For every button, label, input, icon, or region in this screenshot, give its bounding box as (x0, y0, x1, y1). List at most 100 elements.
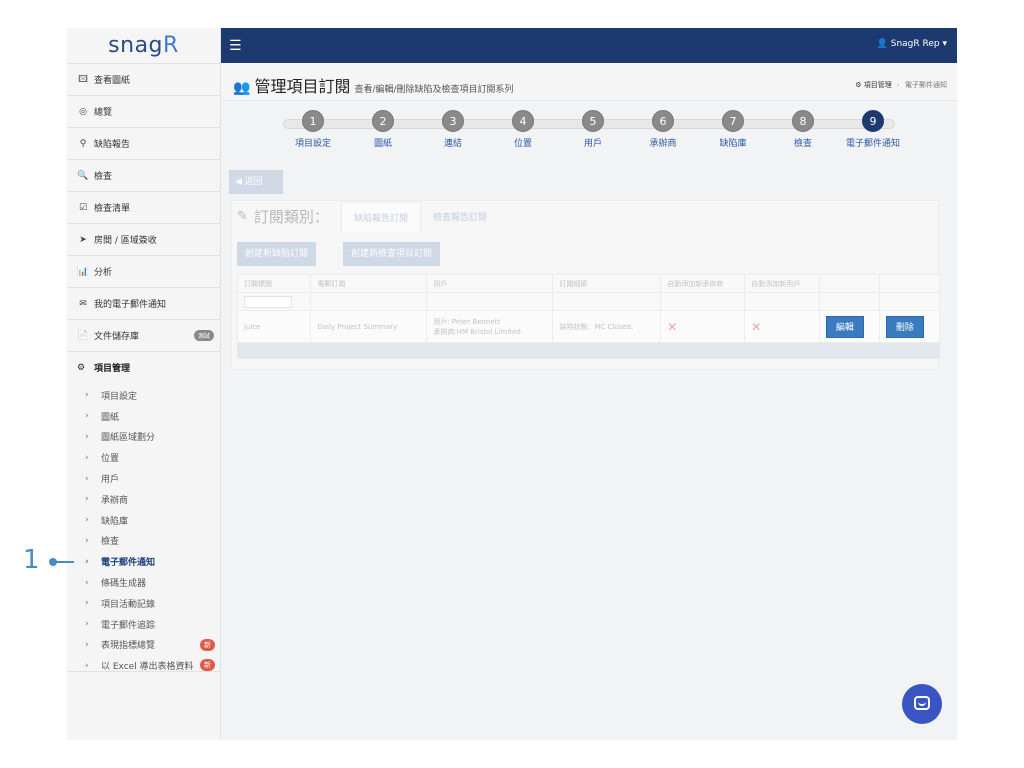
sidebar-item[interactable]: 🖾 查看圖紙 (67, 63, 220, 95)
edit-icon: ✎ (237, 209, 248, 224)
sidebar-subitem-label: 位置 (101, 454, 120, 465)
cell-contractor-line: 承辦商:HM Bristol Limited (433, 327, 521, 336)
stepper-step[interactable]: 1 項目設定 (278, 110, 348, 149)
step-number: 2 (372, 110, 394, 132)
title-filter-input[interactable] (244, 295, 292, 308)
table-header: 用戶 (426, 274, 554, 293)
back-button[interactable]: ◀ 返回 (229, 170, 283, 194)
subscription-title-text: 訂閱類別： (253, 208, 329, 226)
table-header (878, 274, 941, 293)
chat-bubble-icon (914, 696, 930, 710)
sidebar-item[interactable]: 📄 文件儲存庫 測試 (67, 319, 220, 351)
sidebar-item-icon: ☑ (78, 202, 88, 213)
sidebar-item[interactable]: ☑ 檢查清單 (67, 191, 220, 223)
user-name: SnagR Rep ▾ (890, 39, 947, 49)
chevron-right-icon: › (85, 431, 89, 442)
sidebar-divider (67, 671, 220, 672)
stepper-step[interactable]: 7 缺陷庫 (698, 110, 768, 149)
sidebar-item-icon: ◎ (79, 106, 87, 117)
table-header: 訂閱細節 (552, 274, 662, 293)
sidebar-subitem[interactable]: › 項目設定 (67, 385, 220, 406)
sidebar-subitem[interactable]: › 項目活動記錄 (67, 593, 220, 614)
delete-button[interactable]: 刪除 (885, 315, 924, 338)
page-title-text: 管理項目訂閱 (254, 77, 351, 96)
sidebar-subitem[interactable]: › 電子郵件追踪 (67, 614, 220, 635)
sidebar-item-label: 分析 (94, 268, 113, 278)
chevron-right-icon: › (85, 598, 89, 609)
step-number: 5 (582, 110, 604, 132)
sidebar-item-label: 我的電子郵件通知 (94, 300, 167, 310)
tab-inspection-subscription[interactable]: 檢查報告訂閱 (421, 202, 499, 232)
hamburger-menu-icon[interactable]: ☰ (229, 38, 242, 54)
cell-detail: 缺陷狀態：MC Closed. (552, 310, 662, 343)
sidebar-section-project-management[interactable]: ⚙ 項目管理 (67, 351, 220, 383)
cell-email: Daily Project Summary (310, 310, 428, 343)
sidebar-subitem[interactable]: › 以 Excel 導出表格資料新 (67, 655, 220, 676)
sidebar-subitem[interactable]: › 檢查 (67, 531, 220, 552)
sidebar-item-label: 缺陷報告 (94, 140, 131, 150)
cell-auto-user: ✕ (744, 310, 820, 343)
chat-launcher-button[interactable] (902, 684, 942, 724)
sidebar-subitem-label: 條碼生成器 (101, 579, 147, 590)
stepper-step[interactable]: 6 承辦商 (628, 110, 698, 149)
stepper-step[interactable]: 4 位置 (488, 110, 558, 149)
subscription-category-title: ✎ 訂閱類別： (237, 206, 329, 227)
sidebar-item[interactable]: ➤ 房間 / 區域簽收 (67, 223, 220, 255)
stepper-step[interactable]: 2 圖紙 (348, 110, 418, 149)
step-label: 檢查 (793, 139, 812, 149)
create-defect-subscription-button[interactable]: 創建新缺陷訂閱 (237, 242, 317, 266)
content-panel: ◀ 返回 ✎ 訂閱類別： 缺陷報告訂閱 檢查報告訂閱 創建新缺陷訂閱 創建新檢查… (221, 160, 957, 740)
setup-stepper: 1 項目設定 2 圖紙 3 連結 4 位置 5 用戶 6 承辦商 7 缺陷庫 8 檢查 9 電子郵件通知 (221, 108, 957, 158)
breadcrumb-root[interactable]: 項目管理 (864, 81, 892, 89)
breadcrumb-separator: › (896, 81, 900, 89)
user-menu[interactable]: 👤 SnagR Rep ▾ (877, 39, 947, 49)
new-badge: 新 (200, 659, 215, 672)
stepper-step[interactable]: 9 電子郵件通知 (838, 110, 908, 149)
logo[interactable]: snag R (67, 28, 220, 63)
sidebar-item[interactable]: ◎ 總覽 (67, 95, 220, 127)
edit-button[interactable]: 編輯 (825, 315, 864, 338)
sidebar-subitem[interactable]: › 圖紙區域劃分 (67, 427, 220, 448)
sidebar-subitem[interactable]: › 位置 (67, 447, 220, 468)
sidebar-subitem[interactable]: › 電子郵件通知 (67, 551, 220, 572)
chevron-right-icon: › (85, 556, 89, 567)
section-label: 項目管理 (94, 364, 131, 374)
sidebar-subitem[interactable]: › 條碼生成器 (67, 572, 220, 593)
stepper-step[interactable]: 8 檢查 (768, 110, 838, 149)
table-header: 訂閱標題 (236, 274, 312, 293)
step-number: 3 (442, 110, 464, 132)
chevron-right-icon: › (85, 535, 89, 546)
step-label: 缺陷庫 (719, 139, 747, 149)
sidebar-item-label: 房間 / 區域簽收 (94, 236, 157, 246)
page-header: 👥 管理項目訂閱 查看/編輯/刪除缺陷及檢查項目訂閱系列 ⚙ 項目管理 › 電子… (221, 63, 957, 101)
sidebar-item-icon: ➤ (79, 234, 87, 245)
sidebar-subitem-label: 缺陷庫 (101, 516, 129, 527)
sidebar-item[interactable]: 🔍 檢查 (67, 159, 220, 191)
sidebar-item[interactable]: 📊 分析 (67, 255, 220, 287)
sidebar-subitem[interactable]: › 圖紙 (67, 406, 220, 427)
sidebar-item[interactable]: ✉ 我的電子郵件通知 (67, 287, 220, 319)
stepper-step[interactable]: 5 用戶 (558, 110, 628, 149)
subscription-table: 訂閱標題 電郵訂閱 用戶 訂閱細節 自動添加新承辦商 自動添加新用戶 juice Dail… (236, 274, 941, 359)
step-number: 7 (722, 110, 744, 132)
create-inspection-subscription-button[interactable]: 創建新檢查項目訂閱 (343, 242, 441, 266)
sidebar-subitem[interactable]: › 用戶 (67, 468, 220, 489)
chevron-right-icon: › (85, 639, 89, 650)
cross-icon: ✕ (751, 319, 762, 334)
sidebar-subitem[interactable]: › 缺陷庫 (67, 510, 220, 531)
gear-icon: ⚙ (855, 81, 862, 89)
sidebar-item-label: 檢查 (94, 172, 113, 182)
sidebar-item[interactable]: ⚲ 缺陷報告 (67, 127, 220, 159)
sidebar-item-label: 檢查清單 (94, 204, 131, 214)
app-window: snag R 🖾 查看圖紙 ◎ 總覽 ⚲ 缺陷報告 🔍 檢查 ☑ 檢查清單 ➤ 房間 / 區域簽收 📊 分析… (67, 28, 957, 740)
chevron-right-icon: › (85, 494, 89, 505)
step-number: 8 (792, 110, 814, 132)
stepper-step[interactable]: 3 連結 (418, 110, 488, 149)
sidebar-subitem-label: 電子郵件通知 (101, 558, 156, 569)
sidebar-subitem[interactable]: › 表現指標總覽 新 (67, 635, 220, 656)
cross-icon: ✕ (667, 319, 678, 334)
sidebar-subitem-label: 項目設定 (101, 391, 138, 402)
step-label: 用戶 (583, 139, 602, 149)
tab-defect-subscription[interactable]: 缺陷報告訂閱 (341, 202, 422, 232)
sidebar-subitem[interactable]: › 承辦商 (67, 489, 220, 510)
